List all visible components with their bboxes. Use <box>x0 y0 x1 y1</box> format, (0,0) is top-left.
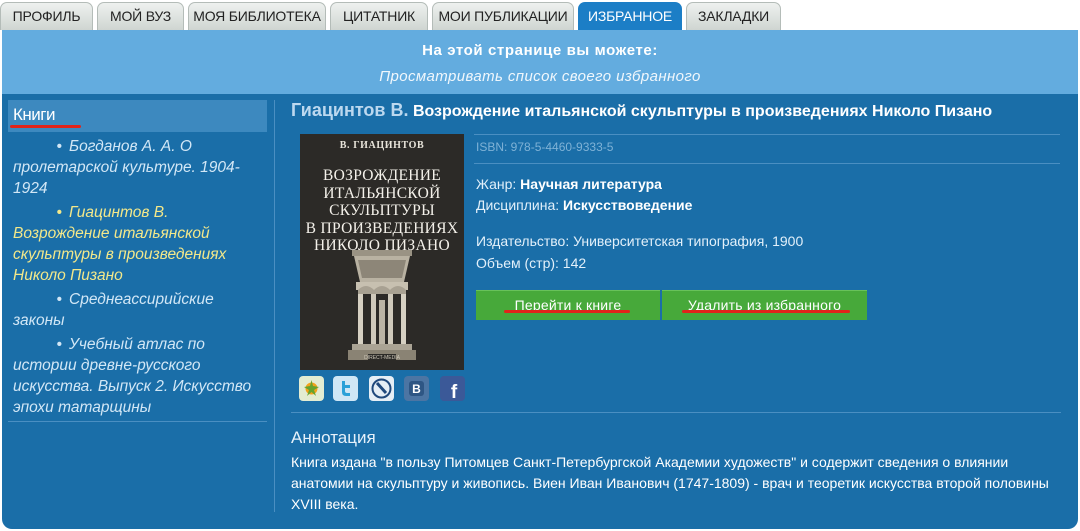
bullet: • <box>56 138 62 155</box>
book-cover[interactable]: В. ГИАЦИНТОВ ВОЗРОЖДЕНИЕ ИТАЛЬЯНСКОЙ СКУ… <box>300 134 464 370</box>
pages-row: Объем (стр): 142 <box>476 255 587 271</box>
favorites-list: • Богданов А. А. О пролетарской культуре.… <box>13 136 263 421</box>
tab-profile[interactable]: ПРОФИЛЬ <box>0 2 93 30</box>
annotation-text: Книга издана "в пользу Питомцев Санкт-Пе… <box>291 454 1049 512</box>
tab-my-university[interactable]: МОЙ ВУЗ <box>97 2 184 30</box>
tab-bookmarks[interactable]: ЗАКЛАДКИ <box>686 2 781 30</box>
bullet: • <box>56 291 62 308</box>
facebook-icon[interactable]: f <box>440 376 465 401</box>
button-underline <box>682 310 850 313</box>
bullet: • <box>56 204 62 221</box>
goto-book-button[interactable]: Перейти к книге <box>476 290 660 320</box>
genre-row: Жанр: Научная литература <box>476 176 662 192</box>
divider <box>291 412 1061 413</box>
discipline-label: Дисциплина: <box>476 197 560 213</box>
genre-label: Жанр: <box>476 176 517 192</box>
svg-text:DIRECT-MEDIA: DIRECT-MEDIA <box>364 355 401 361</box>
cover-author: В. ГИАЦИНТОВ <box>339 140 425 151</box>
tab-quotes[interactable]: ЦИТАТНИК <box>330 2 428 30</box>
remove-favorite-button[interactable]: Удалить из избранного <box>662 290 867 320</box>
divider <box>474 163 1060 164</box>
discipline-value: Искусствоведение <box>563 197 693 213</box>
annotation-heading: Аннотация <box>291 428 376 447</box>
list-item[interactable]: • Учебный атлас по истории древне-русског… <box>13 334 263 418</box>
bullet: • <box>56 336 62 353</box>
tab-bar: ПРОФИЛЬ МОЙ ВУЗ МОЯ БИБЛИОТЕКА ЦИТАТНИК … <box>0 0 1080 30</box>
banner-subtitle: Просматривать список своего избранного <box>379 68 701 85</box>
button-underline <box>504 310 630 313</box>
livejournal-icon[interactable] <box>369 376 394 401</box>
cover-title-line: СКУЛЬПТУРЫ <box>329 202 435 219</box>
pulpit-illustration: DIRECT-MEDIA <box>348 250 416 361</box>
sidebar-heading: Книги <box>13 105 55 124</box>
column-divider <box>274 100 275 512</box>
tab-favorites[interactable]: ИЗБРАННОЕ <box>578 2 682 30</box>
book-author: Гиацинтов В. <box>291 100 409 120</box>
list-item-current[interactable]: • Гиацинтов В. Возрождение итальянской ск… <box>13 202 263 286</box>
heading-underline <box>10 125 81 128</box>
vkontakte-icon[interactable]: B <box>404 376 429 401</box>
cover-title-line: В ПРОИЗВЕДЕНИЯХ <box>305 219 459 237</box>
divider <box>474 134 1060 135</box>
svg-text:B: B <box>412 382 421 396</box>
share-icon[interactable] <box>299 376 324 401</box>
banner-heading: На этой странице вы можете: <box>422 42 658 59</box>
cover-title-line: ВОЗРОЖДЕНИЕ <box>323 167 441 184</box>
svg-text:f: f <box>451 382 458 401</box>
book-name: Возрождение итальянской скульптуры в про… <box>412 103 993 120</box>
isbn-value: ISBN: 978-5-4460-9333-5 <box>476 140 614 154</box>
sidebar: Книги • Богданов А. А. О пролетарской кул… <box>8 100 267 421</box>
cover-title-line: ИТАЛЬЯНСКОЙ <box>323 184 441 202</box>
discipline-row: Дисциплина: Искусствоведение <box>476 197 692 213</box>
twitter-icon[interactable] <box>333 376 358 401</box>
book-title: Гиацинтов В. Возрождение итальянской ску… <box>291 100 992 121</box>
tab-my-library[interactable]: МОЯ БИБЛИОТЕКА <box>188 2 326 30</box>
sidebar-divider <box>8 421 267 422</box>
list-item[interactable]: • Богданов А. А. О пролетарской культуре.… <box>13 136 263 199</box>
list-item[interactable]: • Среднеассирийские законы <box>13 289 263 331</box>
publisher-row: Издательство: Университетская типография… <box>476 233 804 249</box>
info-banner: На этой странице вы можете: Просматриват… <box>2 30 1078 94</box>
tab-my-publications[interactable]: МОИ ПУБЛИКАЦИИ <box>432 2 574 30</box>
genre-value: Научная литература <box>520 176 662 192</box>
